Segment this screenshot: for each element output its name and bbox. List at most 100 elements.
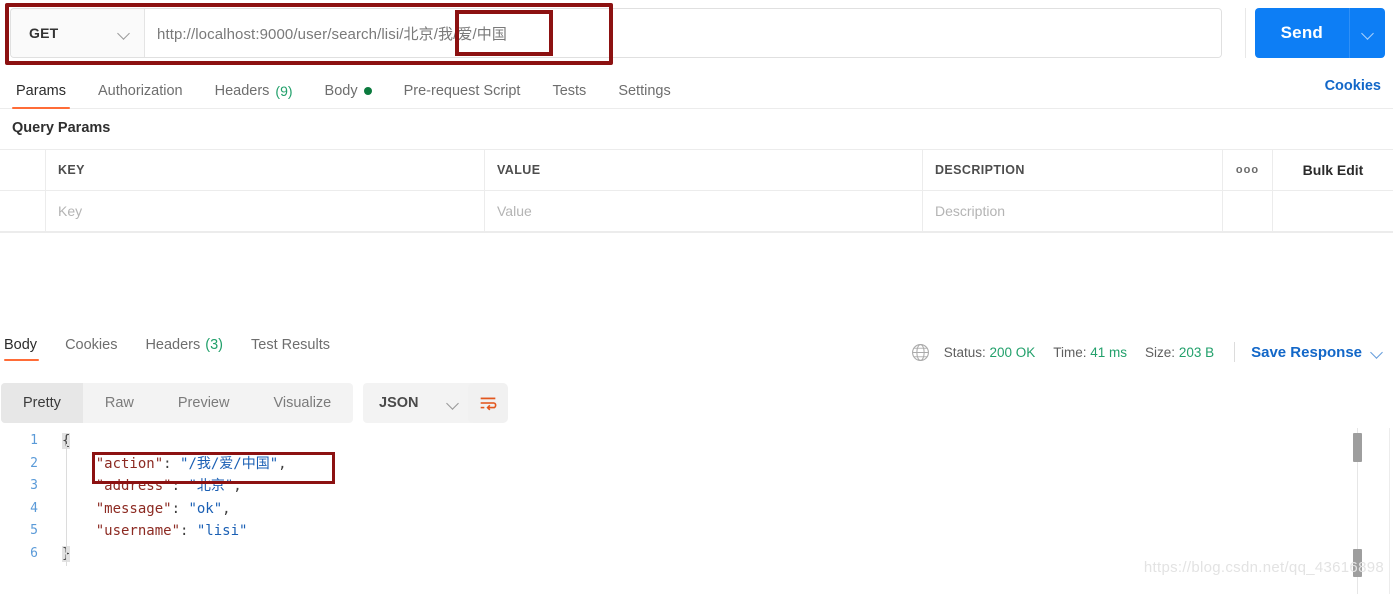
code-line-text: "message": "ok",	[46, 498, 231, 521]
tab-label: Authorization	[97, 83, 183, 99]
globe-icon	[911, 343, 929, 361]
code-line: 1{	[0, 430, 1393, 453]
code-token: ,	[278, 455, 287, 472]
key-placeholder: Key	[58, 203, 83, 219]
line-number: 5	[30, 523, 38, 538]
send-options-button[interactable]	[1349, 8, 1385, 58]
response-tab-headers[interactable]: Headers (3)	[131, 337, 237, 363]
chevron-down-icon	[447, 397, 459, 409]
format-tab-visualize[interactable]: Visualize	[251, 383, 353, 423]
table-row: Key Value Description	[0, 191, 1393, 232]
postman-window: GET http://localhost:9000/user/search/li…	[0, 0, 1393, 594]
description-placeholder: Description	[935, 203, 1006, 219]
url-input[interactable]: http://localhost:9000/user/search/lisi/北…	[145, 9, 1221, 57]
size-item: Size: 203 B	[1145, 345, 1214, 360]
tab-label: Body	[324, 83, 358, 99]
line-number: 1	[30, 433, 38, 448]
line-number: 2	[30, 455, 38, 471]
code-line-text: "address": "北京",	[46, 475, 242, 498]
word-wrap-icon	[480, 397, 497, 411]
http-method-select[interactable]: GET	[11, 9, 145, 57]
code-line-text: "action": "/我/爱/中国",	[46, 453, 287, 476]
response-tab-body[interactable]: Body	[0, 337, 51, 363]
tab-settings[interactable]: Settings	[602, 83, 686, 108]
row-spacer-cell	[1273, 191, 1393, 231]
code-lines: 1{2 "action": "/我/爱/中国", 3 "address": "北京…	[0, 430, 1393, 565]
key-input[interactable]: Key	[46, 191, 485, 231]
response-tab-count: (3)	[205, 337, 223, 353]
tab-label: Params	[16, 83, 66, 99]
status-divider	[1234, 342, 1236, 362]
value-input[interactable]: Value	[485, 191, 923, 231]
select-all-cell	[0, 150, 46, 190]
time-value: 41 ms	[1090, 344, 1128, 360]
code-token: :	[171, 478, 189, 494]
table-options-button[interactable]: ooo	[1223, 150, 1273, 190]
status-value: 200 OK	[989, 344, 1036, 360]
tab-body[interactable]: Body	[309, 83, 388, 108]
response-divider	[0, 232, 1393, 233]
response-tab-label: Headers	[145, 337, 201, 353]
description-input[interactable]: Description	[923, 191, 1223, 231]
code-token: "北京"	[188, 478, 234, 494]
row-options-cell	[1223, 191, 1273, 231]
row-checkbox-cell[interactable]	[0, 191, 46, 231]
column-header-key: KEY	[46, 150, 485, 190]
response-language-select[interactable]: JSON	[363, 383, 475, 423]
ellipsis-icon: ooo	[1235, 164, 1260, 176]
format-tab-raw[interactable]: Raw	[83, 383, 156, 423]
save-response-button[interactable]: Save Response	[1251, 344, 1383, 361]
response-tab-label: Body	[4, 337, 38, 353]
code-token: :	[163, 455, 181, 472]
code-token: :	[180, 523, 197, 539]
word-wrap-button[interactable]	[468, 383, 508, 423]
url-text: http://localhost:9000/user/search/lisi/北…	[157, 25, 507, 43]
tab-label: Headers	[214, 83, 270, 99]
code-token: "address"	[95, 478, 172, 494]
code-token: "username"	[95, 523, 181, 539]
response-language-label: JSON	[379, 395, 419, 411]
code-token: "message"	[95, 500, 172, 517]
format-tab-group: Pretty Raw Preview Visualize	[1, 383, 354, 423]
body-indicator-dot	[363, 87, 372, 95]
code-line: 3 "address": "北京",	[0, 475, 1393, 498]
column-header-description: DESCRIPTION	[923, 150, 1223, 190]
response-tab-test-results[interactable]: Test Results	[237, 337, 344, 363]
code-line: 4 "message": "ok",	[0, 498, 1393, 521]
format-tab-preview[interactable]: Preview	[156, 383, 252, 423]
code-token: "ok"	[188, 500, 223, 517]
chevron-down-icon	[118, 27, 130, 39]
line-number: 3	[30, 478, 38, 493]
response-scrollbar-thumb[interactable]	[1353, 433, 1362, 462]
tab-params[interactable]: Params	[0, 83, 82, 109]
size-label: Size:	[1145, 344, 1176, 360]
chevron-down-icon	[1371, 346, 1383, 358]
line-number: 6	[30, 545, 38, 561]
cookies-link[interactable]: Cookies	[1325, 78, 1381, 94]
column-header-value: VALUE	[485, 150, 923, 190]
outer-scrollbar-track[interactable]	[1389, 428, 1390, 594]
status-item: Status: 200 OK	[944, 345, 1036, 360]
query-params-table: KEY VALUE DESCRIPTION ooo Bulk Edit Key …	[0, 149, 1393, 232]
table-header-row: KEY VALUE DESCRIPTION ooo Bulk Edit	[0, 150, 1393, 191]
tab-authorization[interactable]: Authorization	[82, 83, 199, 108]
format-tab-pretty[interactable]: Pretty	[1, 383, 83, 423]
tab-label: Pre-request Script	[403, 83, 521, 99]
tab-pre-request-script[interactable]: Pre-request Script	[388, 83, 537, 108]
http-method-label: GET	[29, 25, 59, 41]
request-bar: GET http://localhost:9000/user/search/li…	[0, 0, 1393, 68]
response-tab-cookies[interactable]: Cookies	[51, 337, 131, 363]
bulk-edit-button[interactable]: Bulk Edit	[1273, 150, 1393, 190]
response-tab-label: Cookies	[65, 337, 118, 353]
header-divider	[1245, 8, 1246, 58]
tab-headers[interactable]: Headers (9)	[199, 83, 309, 108]
send-button[interactable]: Send	[1254, 8, 1349, 58]
code-line: 5 "username": "lisi"	[0, 520, 1393, 543]
tab-tests[interactable]: Tests	[536, 83, 602, 108]
code-token: "/我/爱/中国"	[180, 455, 279, 472]
request-tabs: Params Authorization Headers (9) Body Pre-req…	[0, 70, 1393, 109]
url-group: GET http://localhost:9000/user/search/li…	[10, 8, 1222, 58]
